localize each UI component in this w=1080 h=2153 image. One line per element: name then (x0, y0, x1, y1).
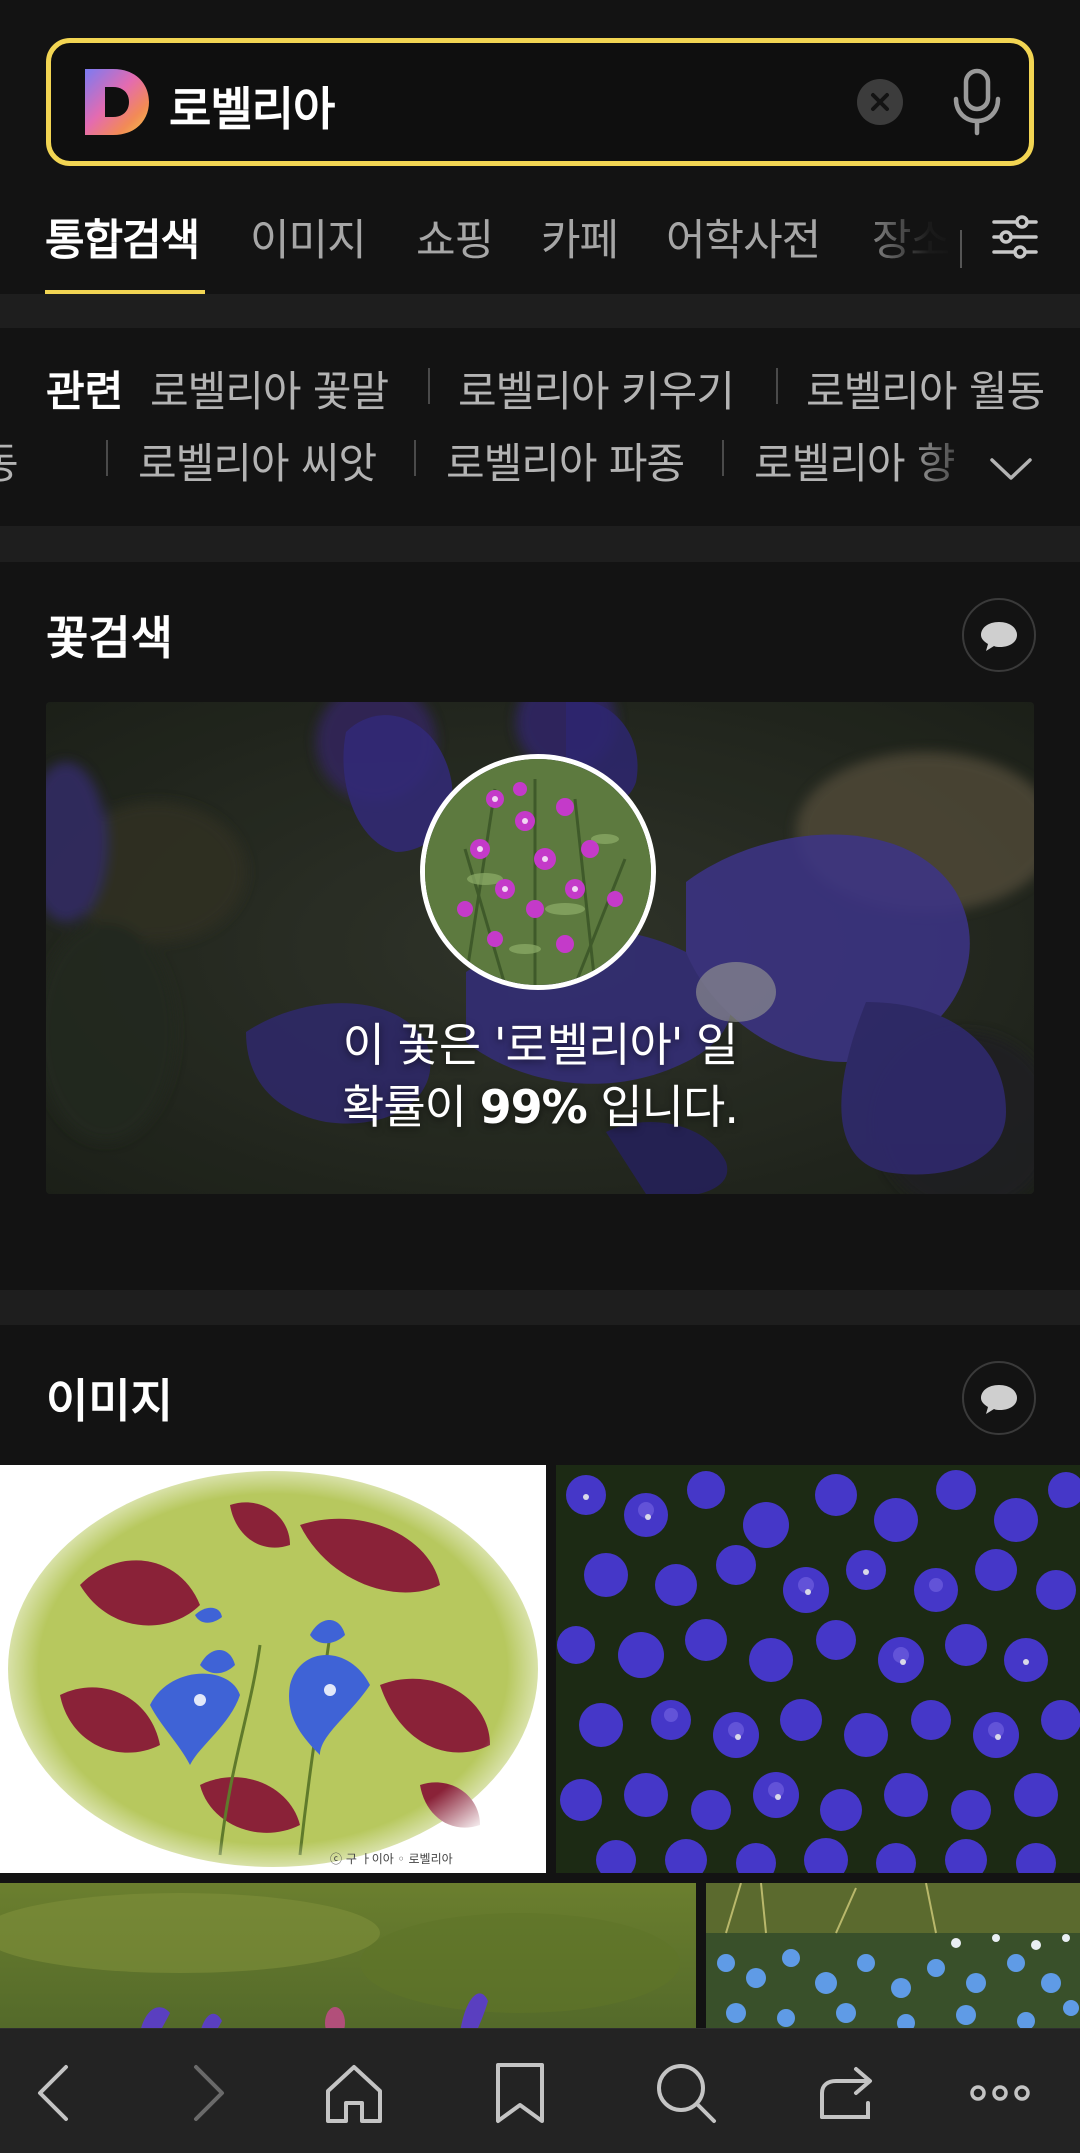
section-gap (0, 1290, 1080, 1325)
related-item[interactable]: 로벨리아 씨앗 (138, 430, 377, 491)
mic-icon[interactable] (947, 65, 1007, 139)
bottom-navigation (0, 2028, 1080, 2153)
flower-result-banner[interactable]: 이 꽃은 '로벨리아' 일 확률이 99% 입니다. (46, 702, 1034, 1194)
image-result[interactable] (0, 1883, 696, 2033)
lobelia-garden-image (706, 1883, 1080, 2033)
search-icon[interactable] (650, 2057, 722, 2129)
section-gap (0, 294, 1080, 328)
related-item[interactable]: 로벨리아 키우기 (458, 358, 735, 419)
related-searches: 관련 로벨리아 꽃말 로벨리아 키우기 로벨리아 월동 동 로벨리아 씨앗 로벨… (0, 328, 1080, 526)
share-icon[interactable] (810, 2057, 882, 2129)
image-result[interactable] (706, 1883, 1080, 2033)
tab-images[interactable]: 이미지 (250, 206, 367, 268)
feedback-button[interactable] (962, 1361, 1036, 1435)
separator (776, 368, 778, 404)
tab-shopping[interactable]: 쇼핑 (416, 206, 494, 268)
daum-logo-icon[interactable] (81, 65, 153, 139)
result-prefix: 확률이 (342, 1080, 480, 1134)
search-input[interactable]: 로벨리아 (169, 73, 335, 139)
bookmark-icon[interactable] (484, 2057, 556, 2129)
flower-result-line1: 이 꽃은 '로벨리아' 일 (342, 1018, 739, 1072)
lobelia-field-image (556, 1465, 1080, 1873)
more-icon[interactable] (964, 2057, 1036, 2129)
flower-result-text: 이 꽃은 '로벨리아' 일 확률이 99% 입니다. (46, 1014, 1034, 1138)
images-title: 이미지 (46, 1374, 173, 1428)
home-icon[interactable] (318, 2057, 390, 2129)
flower-search-card: 꽃검색 이 꽃은 '로벨리아' 일 확률이 99% 입니다. (0, 562, 1080, 1290)
flower-result-line2: 확률이 99% 입니다. (46, 1076, 1034, 1138)
search-tabs: 통합검색 이미지 쇼핑 카페 어학사전 장소 (0, 190, 1080, 295)
chevron-down-icon[interactable] (986, 444, 1036, 494)
result-suffix: 입니다. (586, 1080, 739, 1134)
related-label: 관련 (46, 367, 124, 416)
feedback-icon (981, 622, 1017, 651)
clear-icon (871, 93, 889, 111)
image-result[interactable]: ⓒ 구 ㅏ이아 ◦ 로벨리아 (0, 1465, 546, 1873)
lobelia-coleus-image: ⓒ 구 ㅏ이아 ◦ 로벨리아 (0, 1465, 546, 1873)
related-item[interactable]: 로벨리아 파종 (446, 430, 685, 491)
flower-thumbnail-image (425, 759, 651, 985)
related-fade (900, 428, 1000, 508)
forward-icon[interactable] (170, 2057, 242, 2129)
related-item-wrap[interactable]: 동 (0, 430, 46, 491)
probability-value: 99% (479, 1080, 588, 1134)
tab-dictionary[interactable]: 어학사전 (666, 206, 821, 268)
separator (106, 440, 108, 476)
section-gap (0, 526, 1080, 562)
flower-search-title: 꽃검색 (46, 611, 173, 665)
back-icon[interactable] (20, 2057, 92, 2129)
tab-fade (852, 190, 962, 290)
related-item[interactable]: 로벨리아 꽃말 (150, 358, 389, 419)
separator (722, 440, 724, 476)
tab-integrated[interactable]: 통합검색 (45, 206, 200, 268)
feedback-button[interactable] (962, 598, 1036, 672)
search-bar[interactable]: 로벨리아 (46, 38, 1034, 166)
image-watermark: ⓒ 구 ㅏ이아 ◦ 로벨리아 (330, 1852, 453, 1866)
image-result[interactable] (556, 1465, 1080, 1873)
clear-search-button[interactable] (857, 79, 903, 125)
related-item[interactable]: 로벨리아 월동 (806, 358, 1044, 419)
flower-thumbnail (420, 754, 656, 990)
feedback-icon (981, 1385, 1017, 1414)
tab-divider (960, 230, 962, 268)
separator (428, 368, 430, 404)
separator (414, 440, 416, 476)
lobelia-closeup-image (0, 1883, 696, 2033)
tab-cafe[interactable]: 카페 (541, 206, 619, 268)
filter-icon[interactable] (990, 210, 1040, 264)
